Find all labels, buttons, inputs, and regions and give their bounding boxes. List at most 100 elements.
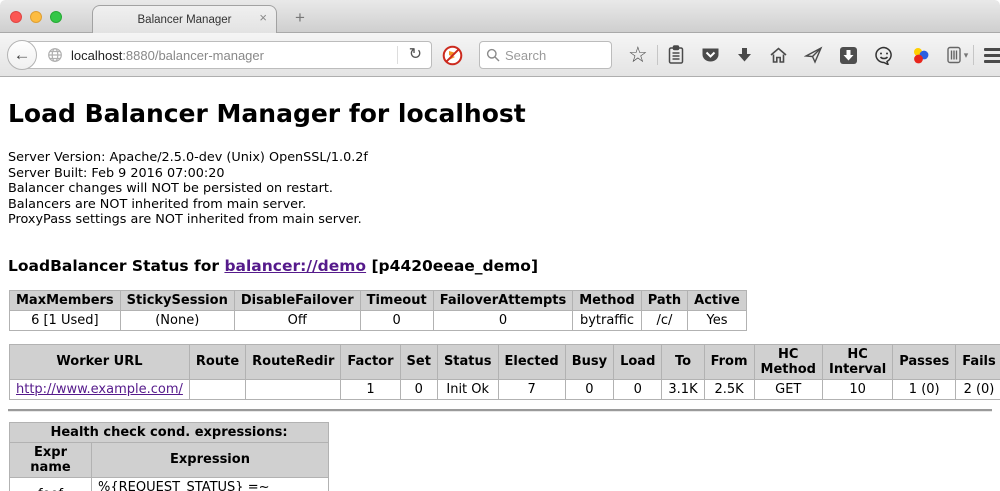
cell-timeout: 0 (360, 310, 433, 330)
col-maxmembers: MaxMembers (10, 290, 121, 310)
table-row: 6 [1 Used] (None) Off 0 0 bytraffic /c/ … (10, 310, 747, 330)
cell-load: 0 (614, 379, 662, 399)
download-icon[interactable] (728, 33, 761, 77)
globe-icon (47, 47, 63, 63)
balancer-demo-link[interactable]: balancer://demo (224, 257, 366, 275)
col-set: Set (400, 344, 437, 379)
toolbar-divider (657, 45, 658, 65)
search-box[interactable] (479, 41, 612, 69)
dark-download-icon[interactable] (831, 33, 866, 77)
tab-close-icon[interactable]: × (259, 11, 267, 24)
send-plane-icon[interactable] (796, 33, 831, 77)
col-to: To (662, 344, 704, 379)
cell-passes: 1 (0) (893, 379, 956, 399)
col-path: Path (641, 290, 687, 310)
minimize-window-button[interactable] (30, 11, 42, 23)
loadbalancer-status-heading: LoadBalancer Status for balancer://demo … (8, 257, 992, 275)
server-info: Server Version: Apache/2.5.0-dev (Unix) … (8, 150, 992, 228)
inherit-note-line: Balancers are NOT inherited from main se… (8, 197, 992, 213)
navigation-bar: ← localhost:8880/balancer-manager ↻ (0, 33, 1000, 77)
col-elected: Elected (498, 344, 565, 379)
clipboard-icon[interactable] (659, 33, 693, 77)
section-divider (8, 409, 992, 412)
col-expression: Expression (92, 442, 329, 477)
col-routeredir: RouteRedir (246, 344, 341, 379)
cell-elected: 7 (498, 379, 565, 399)
home-icon[interactable] (761, 33, 796, 77)
flashblock-icon[interactable] (442, 45, 463, 66)
col-failoverattempts: FailoverAttempts (433, 290, 573, 310)
cell-route (189, 379, 245, 399)
health-table-title: Health check cond. expressions: (10, 422, 329, 442)
urlbar-divider (397, 46, 398, 64)
heading-suffix: [p4420eeae_demo] (366, 257, 538, 275)
container-icon[interactable] (938, 33, 964, 77)
cell-from: 2.5K (704, 379, 754, 399)
table-header-row: Expr name Expression (10, 442, 329, 477)
tab-title: Balancer Manager (138, 14, 232, 26)
cell-fails: 2 (0) (956, 379, 1000, 399)
proxypass-note-line: ProxyPass settings are NOT inherited fro… (8, 212, 992, 228)
cell-hc-method: GET (754, 379, 822, 399)
close-window-button[interactable] (10, 11, 22, 23)
cell-path: /c/ (641, 310, 687, 330)
col-method: Method (573, 290, 641, 310)
colored-dots-icon[interactable] (902, 33, 938, 77)
worker-url-link[interactable]: http://www.example.com/ (16, 382, 183, 397)
window-controls (10, 11, 62, 23)
smiley-chat-icon[interactable] (866, 33, 902, 77)
menu-hamburger-icon[interactable] (975, 33, 1000, 77)
col-fails: Fails (956, 344, 1000, 379)
balancer-settings-table: MaxMembers StickySession DisableFailover… (9, 290, 747, 331)
col-factor: Factor (341, 344, 400, 379)
dropdown-caret-icon[interactable]: ▾ (964, 50, 973, 61)
bookmark-star-icon[interactable]: ☆ (620, 33, 656, 77)
cell-routeredir (246, 379, 341, 399)
table-row: foof %{REQUEST_STATUS} =~ /^[234]/ (10, 477, 329, 491)
col-load: Load (614, 344, 662, 379)
health-check-table: Health check cond. expressions: Expr nam… (9, 422, 329, 491)
reload-icon[interactable]: ↻ (400, 47, 431, 63)
page-content: Load Balancer Manager for localhost Serv… (0, 77, 1000, 491)
worker-table: Worker URL Route RouteRedir Factor Set S… (9, 344, 1000, 400)
cell-busy: 0 (565, 379, 613, 399)
page-title: Load Balancer Manager for localhost (8, 99, 992, 128)
col-route: Route (189, 344, 245, 379)
table-header-row: MaxMembers StickySession DisableFailover… (10, 290, 747, 310)
table-header-row: Worker URL Route RouteRedir Factor Set S… (10, 344, 1000, 379)
back-button[interactable]: ← (7, 40, 37, 70)
col-from: From (704, 344, 754, 379)
cell-maxmembers: 6 [1 Used] (10, 310, 121, 330)
table-row: http://www.example.com/ 1 0 Init Ok 7 0 … (10, 379, 1000, 399)
persist-note-line: Balancer changes will NOT be persisted o… (8, 181, 992, 197)
zoom-window-button[interactable] (50, 11, 62, 23)
cell-method: bytraffic (573, 310, 641, 330)
url-text[interactable]: localhost:8880/balancer-manager (71, 48, 395, 63)
toolbar-icons: ☆ (620, 33, 1000, 77)
url-domain: localhost (71, 48, 122, 63)
cell-hc-interval: 10 (822, 379, 892, 399)
col-status: Status (437, 344, 498, 379)
heading-prefix: LoadBalancer Status for (8, 257, 224, 275)
cell-status: Init Ok (437, 379, 498, 399)
cell-failoverattempts: 0 (433, 310, 573, 330)
cell-worker-url: http://www.example.com/ (10, 379, 190, 399)
new-tab-button[interactable]: + (287, 8, 313, 28)
tab-balancer-manager[interactable]: Balancer Manager × (92, 5, 277, 34)
col-stickysession: StickySession (120, 290, 234, 310)
cell-active: Yes (688, 310, 747, 330)
url-bar[interactable]: localhost:8880/balancer-manager ↻ (20, 41, 432, 69)
cell-stickysession: (None) (120, 310, 234, 330)
cell-expression: %{REQUEST_STATUS} =~ /^[234]/ (92, 477, 329, 491)
cell-to: 3.1K (662, 379, 704, 399)
search-input[interactable] (505, 48, 595, 63)
col-hc-interval: HC Interval (822, 344, 892, 379)
server-built-line: Server Built: Feb 9 2016 07:00:20 (8, 166, 992, 182)
toolbar-divider-2 (973, 45, 974, 65)
browser-window: Balancer Manager × + ← localhost:8880/ba… (0, 0, 1000, 491)
pocket-icon[interactable] (693, 33, 728, 77)
col-busy: Busy (565, 344, 613, 379)
cell-factor: 1 (341, 379, 400, 399)
url-path: :8880/balancer-manager (122, 48, 264, 63)
table-title-row: Health check cond. expressions: (10, 422, 329, 442)
